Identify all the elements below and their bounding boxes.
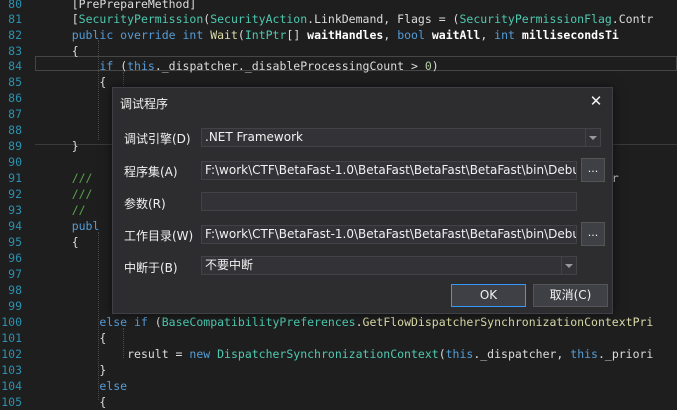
workdir-label: 工作目录(W) xyxy=(124,229,194,243)
engine-label: 调试引擎(D) xyxy=(124,132,191,146)
code-line[interactable]: { xyxy=(44,74,106,90)
code-line[interactable]: result = new DispatcherSynchronizationCo… xyxy=(44,346,653,362)
line-number: 87 xyxy=(8,107,22,121)
cancel-button[interactable]: 取消(C) xyxy=(533,284,608,307)
code-line[interactable]: else xyxy=(44,378,127,394)
line-number: 91 xyxy=(8,171,22,185)
code-line[interactable]: } xyxy=(44,138,79,154)
line-number: 97 xyxy=(8,267,22,281)
assembly-input[interactable]: F:\work\CTF\BetaFast-1.0\BetaFast\BetaFa… xyxy=(201,161,577,180)
code-line[interactable]: /// xyxy=(44,186,93,202)
args-input[interactable] xyxy=(201,192,577,211)
line-number: 81 xyxy=(8,12,22,26)
code-line[interactable]: if (this._dispatcher._disableProcessingC… xyxy=(44,58,438,74)
code-line[interactable]: { xyxy=(44,330,106,346)
line-number: 100 xyxy=(1,315,22,329)
break-select[interactable]: 不要中断 xyxy=(201,256,577,275)
line-number: 88 xyxy=(8,123,22,137)
line-number: 85 xyxy=(8,75,22,89)
assembly-label: 程序集(A) xyxy=(124,165,178,179)
line-number: 99 xyxy=(8,299,22,313)
line-number: 104 xyxy=(1,379,22,393)
line-number: 94 xyxy=(8,219,22,233)
chevron-down-icon[interactable] xyxy=(585,129,600,146)
engine-select[interactable]: .NET Framework xyxy=(201,128,601,147)
line-number: 105 xyxy=(1,395,22,409)
ok-button[interactable]: OK xyxy=(451,284,526,307)
assembly-browse-button[interactable]: ... xyxy=(581,158,605,182)
line-number: 92 xyxy=(8,187,22,201)
line-number: 103 xyxy=(1,363,22,377)
chevron-down-icon[interactable] xyxy=(561,257,576,274)
code-line[interactable]: { xyxy=(44,394,106,410)
line-number: 89 xyxy=(8,139,22,153)
debug-program-dialog: 调试程序 ✕ 调试引擎(D) .NET Framework 程序集(A) F:\… xyxy=(112,87,613,314)
code-line[interactable]: else if (BaseCompatibilityPreferences.Ge… xyxy=(44,314,653,330)
line-number: 83 xyxy=(8,44,22,58)
line-number: 82 xyxy=(8,28,22,42)
workdir-input[interactable]: F:\work\CTF\BetaFast-1.0\BetaFast\BetaFa… xyxy=(201,225,577,244)
line-number: 98 xyxy=(8,283,22,297)
code-line[interactable]: [SecurityPermission(SecurityAction.LinkD… xyxy=(44,11,654,27)
line-number: 101 xyxy=(1,331,22,345)
args-label: 参数(R) xyxy=(124,197,166,211)
break-label: 中断于(B) xyxy=(124,261,178,275)
close-icon[interactable]: ✕ xyxy=(587,92,605,110)
engine-value: .NET Framework xyxy=(205,130,303,144)
line-number: 90 xyxy=(8,155,22,169)
line-number: 96 xyxy=(8,251,22,265)
line-number: 95 xyxy=(8,235,22,249)
break-value: 不要中断 xyxy=(205,258,254,272)
line-number: 86 xyxy=(8,91,22,105)
code-line[interactable]: { xyxy=(44,43,79,59)
code-line[interactable]: publ xyxy=(44,218,100,234)
line-number: 84 xyxy=(8,59,22,73)
code-line[interactable]: } xyxy=(44,362,106,378)
line-number: 93 xyxy=(8,203,22,217)
code-line[interactable]: // xyxy=(44,202,86,218)
dialog-title: 调试程序 xyxy=(120,97,169,111)
code-line[interactable]: public override int Wait(IntPtr[] waitHa… xyxy=(44,27,619,43)
workdir-browse-button[interactable]: ... xyxy=(581,222,605,246)
code-line[interactable]: { xyxy=(44,234,79,250)
line-number: 102 xyxy=(1,347,22,361)
